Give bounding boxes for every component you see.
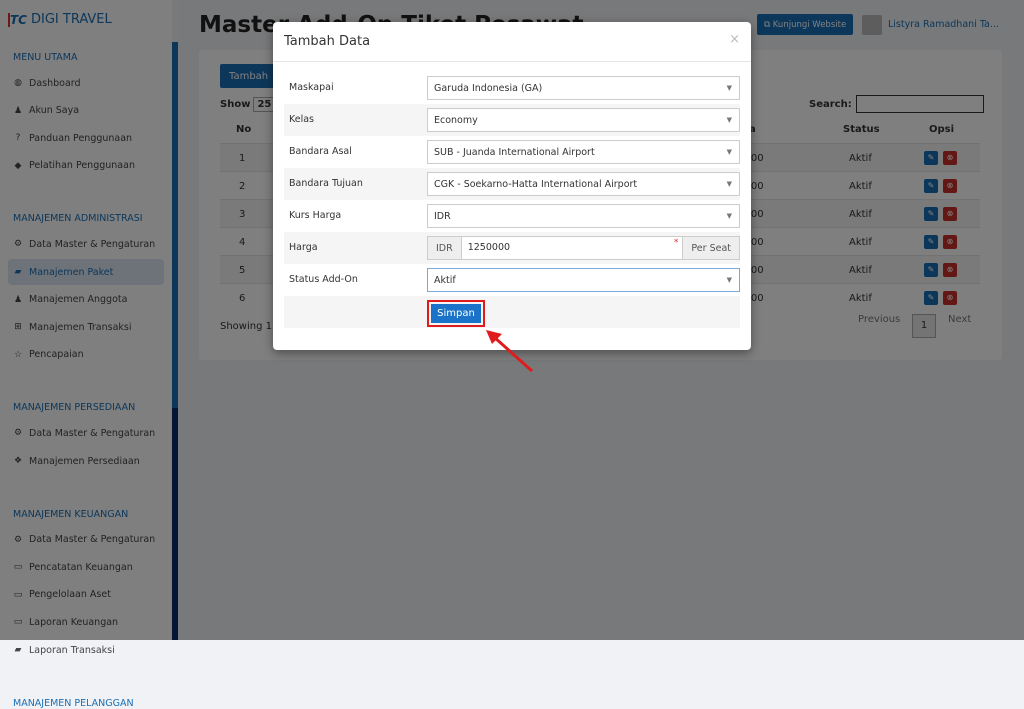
- field-select[interactable]: Garuda Indonesia (GA) ▼: [427, 76, 740, 100]
- book-icon: ▰: [14, 645, 22, 655]
- harga-input-group: IDR 1250000 * Per Seat: [427, 236, 740, 260]
- form-row: Maskapai Garuda Indonesia (GA) ▼: [284, 72, 740, 104]
- save-button-highlight: Simpan: [427, 300, 485, 327]
- chevron-down-icon: ▼: [726, 212, 732, 220]
- field-select[interactable]: SUB - Juanda International Airport ▼: [427, 140, 740, 164]
- chevron-down-icon: ▼: [726, 180, 732, 188]
- form-row: Kelas Economy ▼: [284, 104, 740, 136]
- status-select[interactable]: Aktif ▼: [427, 268, 740, 292]
- required-marker: *: [673, 238, 679, 248]
- form-row-actions: [284, 296, 740, 328]
- save-button[interactable]: Simpan: [431, 304, 481, 323]
- chevron-down-icon: ▼: [726, 84, 732, 92]
- sidebar-item[interactable]: ▰ Laporan Transaksi: [8, 637, 164, 663]
- form-row: Bandara Tujuan CGK - Soekarno-Hatta Inter…: [284, 168, 740, 200]
- field-select[interactable]: CGK - Soekarno-Hatta International Airpo…: [427, 172, 740, 196]
- chevron-down-icon: ▼: [726, 148, 732, 156]
- modal-title: Tambah Data: [273, 22, 751, 62]
- annotation-arrow-icon: [486, 330, 534, 373]
- chevron-down-icon: ▼: [726, 276, 732, 284]
- field-select[interactable]: IDR ▼: [427, 204, 740, 228]
- close-icon[interactable]: ×: [729, 32, 740, 47]
- form-row-status: Status Add-On Aktif ▼: [284, 264, 740, 296]
- harga-input[interactable]: 1250000 *: [460, 237, 684, 259]
- field-select[interactable]: Economy ▼: [427, 108, 740, 132]
- form-row-harga: Harga IDR 1250000 * Per Seat: [284, 232, 740, 264]
- add-data-modal: Tambah Data × Maskapai Garuda Indonesia (…: [273, 22, 751, 350]
- chevron-down-icon: ▼: [726, 116, 732, 124]
- sidebar-section-title: MANAJEMEN PELANGGAN: [13, 697, 134, 709]
- form-row: Kurs Harga IDR ▼: [284, 200, 740, 232]
- form-row: Bandara Asal SUB - Juanda International A…: [284, 136, 740, 168]
